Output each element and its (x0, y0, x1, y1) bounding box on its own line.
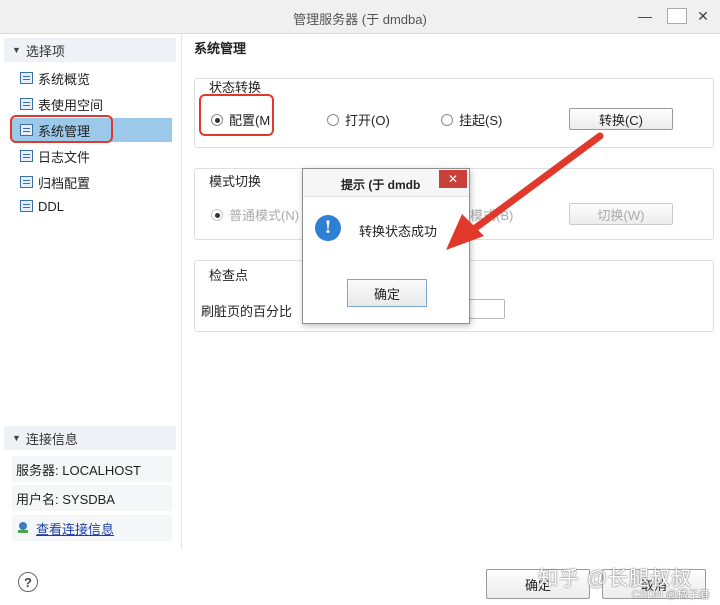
radio-dot (211, 208, 223, 221)
sidebar-item-label: 系统概览 (38, 71, 91, 87)
radio-dot (441, 113, 453, 126)
title-bar: 管理服务器 (于 dmdba) — ✕ (0, 0, 720, 34)
switch-button[interactable]: 切换(W) (569, 203, 673, 225)
options-header-label: 选择项 (25, 43, 65, 59)
connection-icon (18, 522, 28, 533)
connection-section-header[interactable]: ▼ 连接信息 (4, 426, 176, 450)
radio-dot (327, 113, 339, 126)
convert-button[interactable]: 转换(C) (569, 108, 673, 130)
sidebar-item-ddl[interactable]: DDL (12, 194, 172, 218)
collapse-triangle-icon: ▼ (12, 433, 21, 443)
maximize-button[interactable] (667, 8, 687, 24)
table-icon (20, 98, 33, 110)
view-connection-link[interactable]: 查看连接信息 (36, 519, 114, 538)
window-title: 管理服务器 (于 dmdba) (293, 12, 427, 27)
group-label: 模式切换 (209, 174, 262, 189)
view-connection-row[interactable]: 查看连接信息 (12, 515, 172, 541)
server-info: 服务器: LOCALHOST (12, 456, 172, 482)
sidebar-item-overview[interactable]: 系统概览 (12, 66, 172, 90)
dialog-message: 转换状态成功 (359, 224, 438, 239)
info-icon: ! (315, 215, 341, 241)
dialog-title-bar: 提示 (于 dmdb ✕ (303, 169, 469, 197)
options-section-header[interactable]: ▼ 选择项 (4, 38, 176, 62)
dialog-title: 提示 (于 dmdb (341, 178, 421, 192)
radio-open[interactable]: 打开(O) (327, 110, 390, 129)
sidebar-item-label: 表使用空间 (38, 97, 104, 113)
table-icon (20, 72, 33, 84)
dirty-page-input[interactable] (469, 299, 505, 319)
radio-label: 挂起(S) (459, 113, 503, 128)
sidebar-item-label: 归档配置 (38, 175, 91, 191)
radio-normal-mode[interactable]: 普通模式(N) (211, 205, 299, 224)
sidebar-item-log-files[interactable]: 日志文件 (12, 144, 172, 168)
sidebar-item-label: DDL (38, 198, 65, 214)
highlight-box (10, 115, 113, 143)
table-icon (20, 176, 33, 188)
sidebar-item-label: 日志文件 (38, 149, 91, 165)
minimize-button[interactable]: — (632, 6, 658, 26)
close-button[interactable]: ✕ (690, 6, 716, 26)
radio-label: 打开(O) (345, 113, 390, 128)
table-icon (20, 150, 33, 162)
dialog-close-button[interactable]: ✕ (439, 170, 467, 188)
group-label: 检查点 (209, 268, 249, 283)
sidebar: ▼ 选择项 系统概览 表使用空间 系统管理 日志文件 归档配置 DDL ▼ 连接… (0, 34, 182, 549)
page-title: 系统管理 (194, 41, 247, 56)
csdn-watermark: CSDN @橘子巷 (631, 589, 710, 601)
radio-suspend[interactable]: 挂起(S) (441, 110, 502, 129)
collapse-triangle-icon: ▼ (12, 45, 21, 55)
user-info: 用户名: SYSDBA (12, 485, 172, 511)
dirty-page-label: 刷脏页的百分比 (201, 304, 293, 319)
connection-header-label: 连接信息 (25, 431, 78, 447)
highlight-box (199, 94, 274, 136)
help-icon[interactable]: ? (18, 572, 38, 592)
sidebar-item-table-space[interactable]: 表使用空间 (12, 92, 172, 116)
sidebar-item-archive-config[interactable]: 归档配置 (12, 170, 172, 194)
message-dialog: 提示 (于 dmdb ✕ ! 转换状态成功 确定 (302, 168, 470, 324)
dialog-ok-button[interactable]: 确定 (347, 279, 427, 307)
table-icon (20, 200, 33, 212)
radio-label: 普通模式(N) (229, 208, 300, 223)
